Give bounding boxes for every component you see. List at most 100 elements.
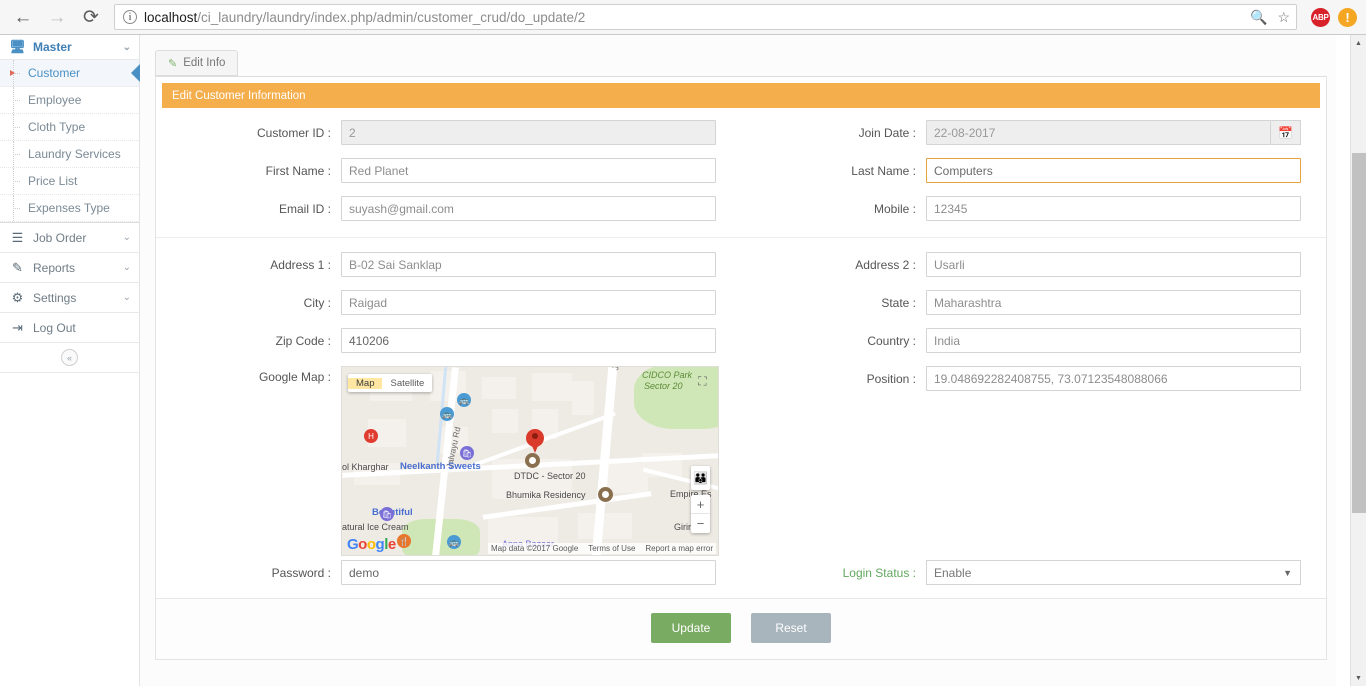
login-status-select[interactable]: Enable ▼ bbox=[926, 560, 1301, 585]
site-info-icon[interactable]: i bbox=[123, 10, 137, 24]
transit-poi-icon: 🚌 bbox=[447, 535, 461, 549]
form-col-left: Google Map : bbox=[156, 366, 741, 556]
sidebar-item-log-out[interactable]: ⇥ Log Out bbox=[0, 313, 139, 343]
join-date-group: 22-08-2017 📅 bbox=[926, 120, 1301, 145]
form-row: Google Map : bbox=[156, 366, 1326, 556]
zip-code-label: Zip Code : bbox=[156, 334, 341, 348]
report-map-error-link[interactable]: Report a map error bbox=[645, 544, 713, 553]
field-address1: Address 1 : B-02 Sai Sanklap bbox=[156, 252, 741, 277]
scroll-down-button[interactable]: ▼ bbox=[1351, 670, 1366, 686]
scroll-up-button[interactable]: ▲ bbox=[1351, 35, 1366, 51]
tab-label: Edit Info bbox=[183, 57, 225, 69]
active-marker-icon bbox=[10, 70, 15, 76]
login-status-label: Login Status : bbox=[741, 566, 926, 580]
login-status-value: Enable bbox=[934, 566, 971, 580]
join-date-input: 22-08-2017 bbox=[926, 120, 1271, 145]
map-type-satellite-button[interactable]: Satellite bbox=[382, 378, 432, 389]
field-city: City : Raigad bbox=[156, 290, 741, 315]
update-button[interactable]: Update bbox=[651, 613, 731, 643]
email-id-input[interactable]: suyash@gmail.com bbox=[341, 196, 716, 221]
transit-poi-icon: 🚌 bbox=[440, 407, 454, 421]
state-input[interactable]: Maharashtra bbox=[926, 290, 1301, 315]
map-label-kharghar: ol Kharghar bbox=[342, 462, 389, 472]
position-input[interactable]: 19.048692282408755, 73.07123548088066 bbox=[926, 366, 1301, 391]
sidebar-item-employee[interactable]: Employee bbox=[0, 87, 139, 114]
terms-of-use-link[interactable]: Terms of Use bbox=[588, 544, 635, 553]
form-col-right: Join Date : 22-08-2017 📅 bbox=[741, 120, 1326, 158]
mobile-input[interactable]: 12345 bbox=[926, 196, 1301, 221]
google-map-widget[interactable]: Map Satellite ⛶ CIDCO Park Sector 20 Jal… bbox=[341, 366, 719, 556]
reload-button[interactable]: ⟳ bbox=[74, 0, 108, 34]
address2-input[interactable]: Usarli bbox=[926, 252, 1301, 277]
sidebar-item-label: Customer bbox=[28, 66, 80, 80]
sidebar: 🖥 Master ⌄ Customer Employee Cloth Type … bbox=[0, 35, 140, 686]
sidebar-item-label: Expenses Type bbox=[28, 201, 110, 215]
map-label-natural-ice-cream: atural Ice Cream bbox=[342, 522, 409, 532]
sidebar-collapse-row: « bbox=[0, 343, 139, 373]
star-icon[interactable]: ☆ bbox=[1277, 9, 1290, 26]
address-bar[interactable]: i localhost/ci_laundry/laundry/index.php… bbox=[114, 4, 1297, 30]
form-col-right: Mobile : 12345 bbox=[741, 196, 1326, 234]
street-view-pegman-icon[interactable]: 👪 bbox=[691, 466, 710, 490]
sidebar-group-label: Reports bbox=[33, 261, 123, 275]
sidebar-group-reports[interactable]: ✎ Reports ⌄ bbox=[0, 253, 139, 283]
chevron-down-icon: ▼ bbox=[1283, 568, 1292, 578]
field-join-date: Join Date : 22-08-2017 📅 bbox=[741, 120, 1326, 145]
sidebar-item-cloth-type[interactable]: Cloth Type bbox=[0, 114, 139, 141]
google-logo: Google bbox=[347, 536, 396, 553]
field-last-name: Last Name : Computers bbox=[741, 158, 1326, 183]
sidebar-group-job-order[interactable]: ☰ Job Order ⌄ bbox=[0, 223, 139, 253]
page-scrollbar[interactable]: ▲ ▼ bbox=[1350, 35, 1366, 686]
scrollbar-thumb[interactable] bbox=[1352, 153, 1366, 513]
gear-icon: ⚙ bbox=[9, 290, 26, 306]
search-zoom-icon[interactable]: 🔍 bbox=[1250, 9, 1267, 26]
transit-poi-icon: 🚌 bbox=[457, 393, 471, 407]
sidebar-item-price-list[interactable]: Price List bbox=[0, 168, 139, 195]
map-pin-icon[interactable] bbox=[526, 429, 544, 455]
map-zoom-out-button[interactable]: − bbox=[691, 514, 710, 533]
map-type-map-button[interactable]: Map bbox=[348, 378, 382, 389]
password-input[interactable]: demo bbox=[341, 560, 716, 585]
page-viewport: 🖥 Master ⌄ Customer Employee Cloth Type … bbox=[0, 35, 1366, 686]
sidebar-collapse-button[interactable]: « bbox=[61, 349, 78, 366]
address1-input[interactable]: B-02 Sai Sanklap bbox=[341, 252, 716, 277]
form-col-left: Email ID : suyash@gmail.com bbox=[156, 196, 741, 234]
fullscreen-icon[interactable]: ⛶ bbox=[695, 375, 710, 390]
zip-code-input[interactable]: 410206 bbox=[341, 328, 716, 353]
sidebar-item-customer[interactable]: Customer bbox=[0, 60, 139, 87]
tab-edit-info[interactable]: ✎ Edit Info bbox=[155, 50, 238, 76]
adblock-plus-icon[interactable]: ABP bbox=[1311, 8, 1330, 27]
sidebar-group-master[interactable]: 🖥 Master ⌄ bbox=[0, 35, 139, 60]
reset-button[interactable]: Reset bbox=[751, 613, 831, 643]
form-col-left: Customer ID : 2 bbox=[156, 120, 741, 158]
calendar-icon[interactable]: 📅 bbox=[1271, 120, 1301, 145]
pencil-square-icon: ✎ bbox=[168, 57, 177, 70]
first-name-input[interactable]: Red Planet bbox=[341, 158, 716, 183]
field-country: Country : India bbox=[741, 328, 1326, 353]
chevron-down-icon: ⌄ bbox=[123, 292, 131, 303]
form-col-right: Last Name : Computers bbox=[741, 158, 1326, 196]
city-input[interactable]: Raigad bbox=[341, 290, 716, 315]
map-data-text: Map data ©2017 Google bbox=[491, 544, 578, 553]
form-row: Customer ID : 2 Join Date : 22-08-2017 📅 bbox=[156, 120, 1326, 158]
main-content: ✎ Edit Info Edit Customer Information Cu… bbox=[140, 35, 1336, 686]
sidebar-item-label: Laundry Services bbox=[28, 147, 121, 161]
map-label-sector20: Sector 20 bbox=[644, 381, 683, 391]
country-input[interactable]: India bbox=[926, 328, 1301, 353]
logout-icon: ⇥ bbox=[9, 320, 26, 336]
back-button[interactable]: ← bbox=[6, 0, 40, 34]
chevron-down-icon: ⌄ bbox=[123, 262, 131, 273]
map-zoom-in-button[interactable]: + bbox=[691, 495, 710, 514]
edit-customer-panel: Edit Customer Information Customer ID : … bbox=[155, 76, 1327, 660]
last-name-input[interactable]: Computers bbox=[926, 158, 1301, 183]
sidebar-item-expenses-type[interactable]: Expenses Type bbox=[0, 195, 139, 222]
form-row: Zip Code : 410206 Country : India bbox=[156, 328, 1326, 366]
url-text: localhost/ci_laundry/laundry/index.php/a… bbox=[144, 10, 585, 25]
google-map-label: Google Map : bbox=[156, 366, 341, 384]
sidebar-group-settings[interactable]: ⚙ Settings ⌄ bbox=[0, 283, 139, 313]
sidebar-item-label: Price List bbox=[28, 174, 77, 188]
warning-extension-icon[interactable]: ! bbox=[1338, 8, 1357, 27]
bhumika-poi-icon bbox=[598, 487, 613, 502]
sidebar-item-laundry-services[interactable]: Laundry Services bbox=[0, 141, 139, 168]
password-label: Password : bbox=[156, 566, 341, 580]
